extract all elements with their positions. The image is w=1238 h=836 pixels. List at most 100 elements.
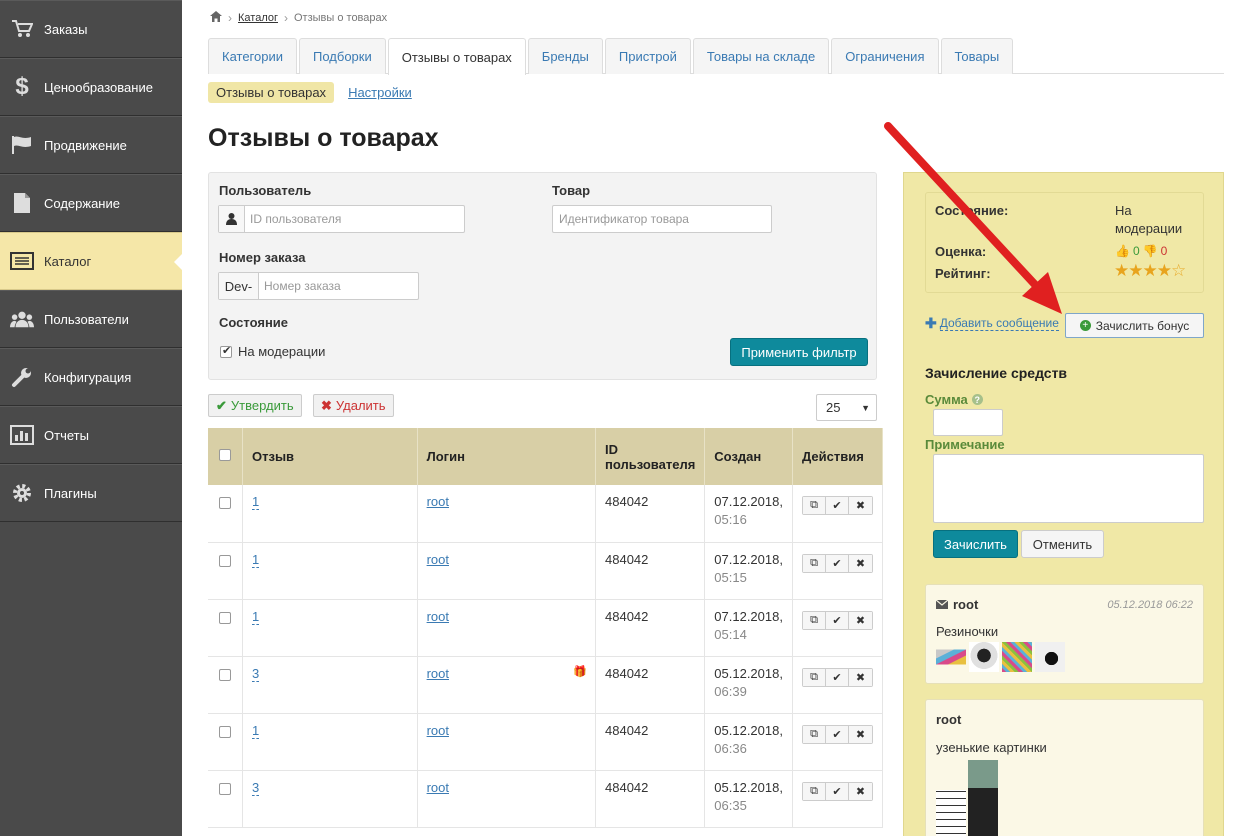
review-link[interactable]: 1 [252, 608, 260, 625]
row-checkbox[interactable] [219, 725, 231, 738]
attachment-thumbnail[interactable] [936, 649, 966, 665]
tab-products[interactable]: Товары [940, 38, 1014, 74]
table-row[interactable]: 3 root 484042 05.12.2018, 06:35 ⧉ ✔ ✖ [208, 770, 883, 828]
moderation-checkbox[interactable]: ✔ [220, 345, 232, 358]
table-row[interactable]: 1 root 484042 07.12.2018, 05:15 ⧉ ✔ ✖ [208, 542, 883, 600]
review-link[interactable]: 3 [252, 665, 260, 682]
tab-restrictions[interactable]: Ограничения [831, 38, 939, 74]
login-link[interactable]: root [427, 494, 449, 509]
user-id-input[interactable]: ID пользователя [218, 205, 465, 233]
delete-row-icon[interactable]: ✖ [849, 782, 872, 800]
tab-collections[interactable]: Подборки [299, 38, 386, 74]
open-external-icon[interactable]: ⧉ [803, 725, 826, 743]
subtab-reviews[interactable]: Отзывы о товарах [208, 82, 335, 103]
per-page-select[interactable]: 25 ▼ [816, 394, 877, 421]
row-checkbox[interactable] [219, 497, 231, 509]
open-external-icon[interactable]: ⧉ [803, 782, 826, 800]
review-link[interactable]: 1 [252, 551, 260, 568]
approve-row-icon[interactable]: ✔ [826, 611, 849, 629]
moderation-checkbox-row[interactable]: ✔ На модерации [220, 344, 325, 359]
login-link[interactable]: root [427, 780, 449, 795]
attachment-thumbnail[interactable] [1002, 642, 1032, 672]
review-link[interactable]: 1 [252, 722, 260, 739]
column-header-review[interactable]: Отзыв [242, 428, 418, 485]
table-row[interactable]: 3 root 🎁 484042 05.12.2018, 06:39 ⧉ ✔ ✖ [208, 656, 883, 714]
approve-row-icon[interactable]: ✔ [826, 668, 849, 686]
open-external-icon[interactable]: ⧉ [803, 611, 826, 629]
login-link[interactable]: root [427, 552, 449, 567]
product-id-input[interactable]: Идентификатор товара [552, 205, 772, 233]
login-link[interactable]: root [427, 666, 449, 681]
tab-brands[interactable]: Бренды [527, 38, 603, 74]
sidebar-item-users[interactable]: Пользователи [0, 290, 182, 348]
star-empty-icon: ☆ [1171, 261, 1186, 280]
sidebar-item-catalog[interactable]: Каталог [0, 232, 183, 290]
attachment-thumbnail[interactable] [936, 790, 966, 836]
delete-row-icon[interactable]: ✖ [849, 497, 872, 514]
review-cell: 1 [242, 542, 418, 600]
order-number-input[interactable]: Dev- Номер заказа [218, 272, 419, 300]
approve-row-icon[interactable]: ✔ [826, 554, 849, 572]
attachment-thumbnail[interactable] [969, 642, 999, 672]
tab-stock[interactable]: Товары на складе [692, 38, 830, 74]
select-all-checkbox[interactable] [219, 449, 231, 461]
login-link[interactable]: root [427, 723, 449, 738]
tab-categories[interactable]: Категории [208, 38, 297, 74]
tab-reviews[interactable]: Отзывы о товарах [387, 38, 526, 75]
sum-input[interactable] [933, 409, 1003, 436]
column-header-user-id[interactable]: ID пользователя [595, 428, 706, 485]
delete-row-icon[interactable]: ✖ [849, 668, 872, 686]
table-row[interactable]: 1 root 484042 05.12.2018, 06:36 ⧉ ✔ ✖ [208, 713, 883, 771]
column-header-login[interactable]: Логин [417, 428, 597, 485]
open-external-icon[interactable]: ⧉ [803, 554, 826, 572]
table-row[interactable]: 1 root 484042 07.12.2018, 05:14 ⧉ ✔ ✖ [208, 599, 883, 657]
row-checkbox[interactable] [219, 611, 231, 624]
delete-button[interactable]: ✖ Удалить [313, 394, 394, 417]
delete-row-icon[interactable]: ✖ [849, 725, 872, 743]
cart-icon [10, 17, 34, 41]
approve-row-icon[interactable]: ✔ [826, 725, 849, 743]
sidebar-item-configuration[interactable]: Конфигурация [0, 348, 182, 406]
attachment-thumbnail[interactable] [1035, 642, 1065, 672]
product-id-placeholder: Идентификатор товара [559, 212, 689, 226]
annotation-arrow-icon [884, 122, 1062, 314]
approve-row-icon[interactable]: ✔ [826, 497, 849, 514]
star-filled-icon: ★ [1114, 261, 1129, 280]
apply-filter-button[interactable]: Применить фильтр [730, 338, 868, 366]
attachment-thumbnail[interactable] [968, 760, 998, 836]
delete-row-icon[interactable]: ✖ [849, 611, 872, 629]
row-checkbox[interactable] [219, 782, 231, 795]
subtab-settings[interactable]: Настройки [348, 85, 412, 100]
user-icon [219, 206, 245, 232]
approve-row-icon[interactable]: ✔ [826, 782, 849, 800]
review-link[interactable]: 3 [252, 779, 260, 796]
row-checkbox[interactable] [219, 668, 231, 681]
reviews-table: Отзыв Логин ID пользователя Создан Дейст… [208, 428, 883, 828]
add-bonus-button[interactable]: + Зачислить бонус [1065, 313, 1204, 338]
created-time: 05:14 [714, 626, 747, 642]
submit-funds-button[interactable]: Зачислить [933, 530, 1018, 558]
login-link[interactable]: root [427, 609, 449, 624]
cancel-funds-button[interactable]: Отменить [1021, 530, 1104, 558]
tab-pristroy[interactable]: Пристрой [604, 38, 691, 74]
sidebar-item-label: Отчеты [44, 427, 89, 443]
delete-row-icon[interactable]: ✖ [849, 554, 872, 572]
note-textarea[interactable] [933, 454, 1204, 523]
approve-button[interactable]: ✔ Утвердить [208, 394, 302, 417]
sidebar-item-orders[interactable]: Заказы [0, 0, 182, 58]
breadcrumb-catalog-link[interactable]: Каталог [238, 12, 278, 24]
home-icon[interactable] [210, 11, 222, 25]
table-row[interactable]: 1 root 484042 07.12.2018, 05:16 ⧉ ✔ ✖ [208, 485, 883, 543]
open-external-icon[interactable]: ⧉ [803, 497, 826, 514]
sidebar-item-content[interactable]: Содержание [0, 174, 182, 232]
sidebar-item-promotion[interactable]: Продвижение [0, 116, 182, 174]
column-header-created[interactable]: Создан [704, 428, 793, 485]
sidebar-item-pricing[interactable]: $ Ценообразование [0, 58, 182, 116]
help-icon[interactable]: ? [971, 394, 983, 405]
row-checkbox[interactable] [219, 554, 231, 567]
open-external-icon[interactable]: ⧉ [803, 668, 826, 686]
sidebar-item-reports[interactable]: Отчеты [0, 406, 182, 464]
review-link[interactable]: 1 [252, 494, 260, 510]
sidebar-item-plugins[interactable]: Плагины [0, 464, 182, 522]
comment-card: root узенькие картинки [925, 699, 1204, 836]
